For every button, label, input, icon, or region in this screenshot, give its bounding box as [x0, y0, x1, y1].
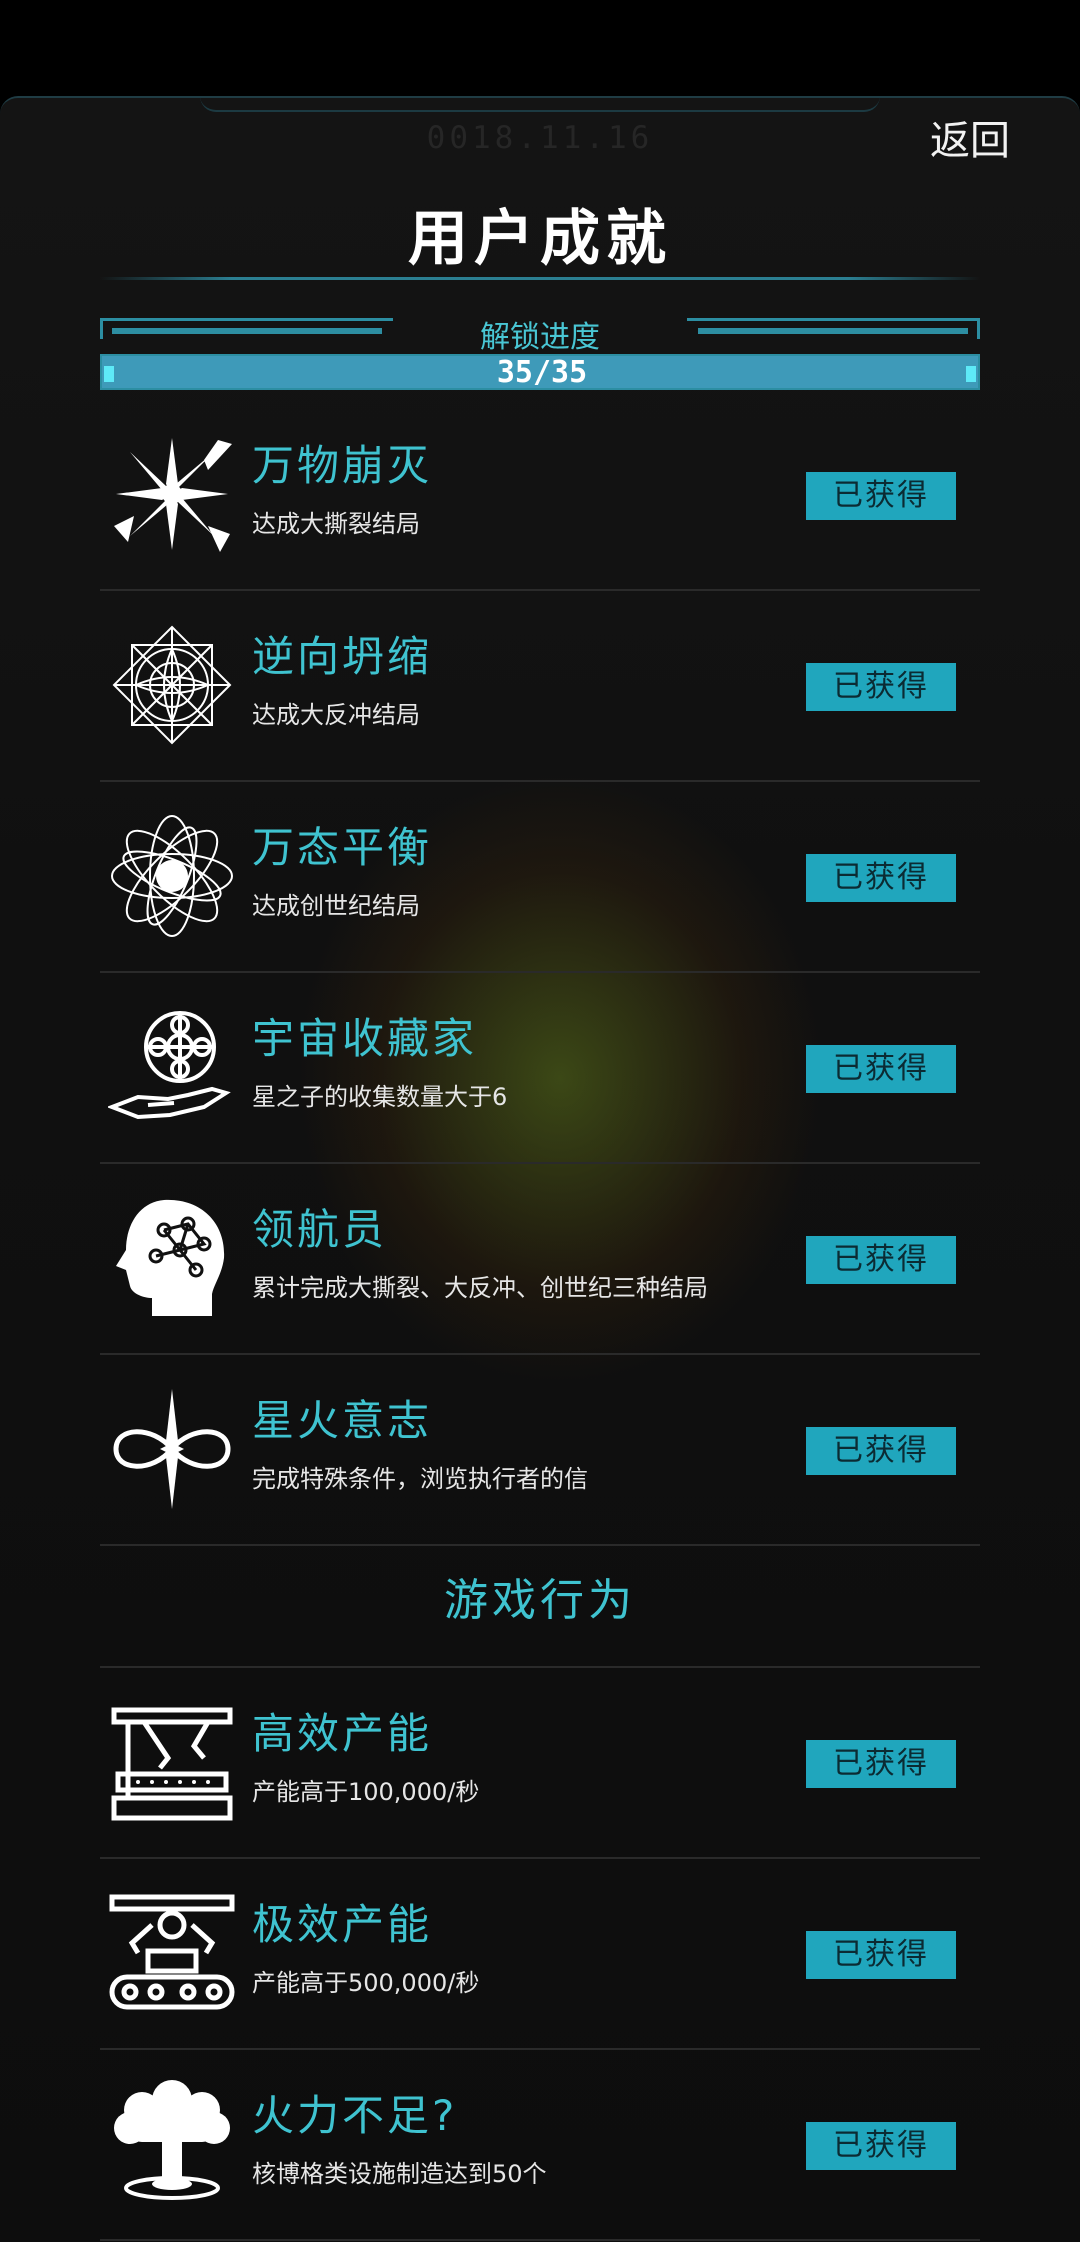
list-item: 逆向坍缩 达成大反冲结局 已获得 — [100, 591, 980, 782]
obtained-button[interactable]: 已获得 — [806, 1236, 956, 1284]
achievement-list: 万物崩灭 达成大撕裂结局 已获得 逆向坍缩 达成大反冲结局 已获得 万态平衡 达… — [100, 400, 980, 2241]
achievement-name: 万物崩灭 — [252, 441, 433, 490]
conveyor-robot-icon — [108, 1889, 236, 2017]
explosion-icon — [108, 430, 236, 558]
unlock-progress: 解锁进度 35/35 — [100, 312, 980, 392]
progress-count: 35/35 — [496, 355, 588, 390]
list-item: 万物崩灭 达成大撕裂结局 已获得 — [100, 400, 980, 591]
list-item: 宇宙收藏家 星之子的收集数量大于6 已获得 — [100, 973, 980, 1164]
list-item: 火力不足? 核博格类设施制造达到50个 已获得 — [100, 2050, 980, 2241]
obtained-button[interactable]: 已获得 — [806, 2122, 956, 2170]
brain-head-icon — [108, 1194, 236, 1322]
factory-arm-icon — [108, 1698, 236, 1826]
list-item: 万态平衡 达成创世纪结局 已获得 — [100, 782, 980, 973]
date-text: 0018.11.16 — [426, 120, 654, 156]
achievement-desc: 产能高于500,000/秒 — [252, 1969, 480, 1997]
page-title: 用户成就 — [408, 204, 672, 274]
obtained-button[interactable]: 已获得 — [806, 854, 956, 902]
infinity-star-icon — [108, 1385, 236, 1513]
obtained-button[interactable]: 已获得 — [806, 472, 956, 520]
list-item: 星火意志 完成特殊条件，浏览执行者的信 已获得 — [100, 1355, 980, 1546]
obtained-button[interactable]: 已获得 — [806, 1740, 956, 1788]
achievement-name: 逆向坍缩 — [252, 632, 433, 681]
achievement-desc: 星之子的收集数量大于6 — [252, 1083, 508, 1111]
mushroom-cloud-icon — [108, 2080, 236, 2208]
achievement-name: 星火意志 — [252, 1396, 433, 1445]
hand-globe-icon — [106, 1003, 236, 1131]
progress-label: 解锁进度 — [480, 320, 600, 355]
achievement-desc: 累计完成大撕裂、大反冲、创世纪三种结局 — [252, 1274, 708, 1302]
list-item: 极效产能 产能高于500,000/秒 已获得 — [100, 1859, 980, 2050]
achievement-desc: 完成特殊条件，浏览执行者的信 — [252, 1465, 588, 1493]
progress-bar: 35/35 — [100, 354, 980, 390]
orbit-icon — [108, 812, 236, 940]
achievement-name: 万态平衡 — [252, 823, 433, 872]
achievement-desc: 达成创世纪结局 — [252, 892, 420, 920]
achievement-name: 领航员 — [252, 1205, 388, 1254]
obtained-button[interactable]: 已获得 — [806, 1931, 956, 1979]
list-item: 高效产能 产能高于100,000/秒 已获得 — [100, 1668, 980, 1859]
achievement-desc: 达成大撕裂结局 — [252, 510, 420, 538]
achievement-name: 火力不足? — [252, 2091, 458, 2140]
achievement-desc: 核博格类设施制造达到50个 — [252, 2160, 547, 2188]
achievement-name: 宇宙收藏家 — [252, 1014, 478, 1063]
achievement-name: 高效产能 — [252, 1709, 433, 1758]
achievement-desc: 达成大反冲结局 — [252, 701, 420, 729]
section-title: 游戏行为 — [100, 1546, 980, 1668]
list-item: 领航员 累计完成大撕裂、大反冲、创世纪三种结局 已获得 — [100, 1164, 980, 1355]
obtained-button[interactable]: 已获得 — [806, 1427, 956, 1475]
obtained-button[interactable]: 已获得 — [806, 663, 956, 711]
achievement-name: 极效产能 — [252, 1900, 433, 1949]
achievement-desc: 产能高于100,000/秒 — [252, 1778, 480, 1806]
title-divider — [100, 277, 980, 280]
back-button[interactable]: 返回 — [930, 108, 1010, 166]
panel-top-decoration — [200, 96, 880, 112]
mandala-icon — [108, 621, 236, 749]
obtained-button[interactable]: 已获得 — [806, 1045, 956, 1093]
